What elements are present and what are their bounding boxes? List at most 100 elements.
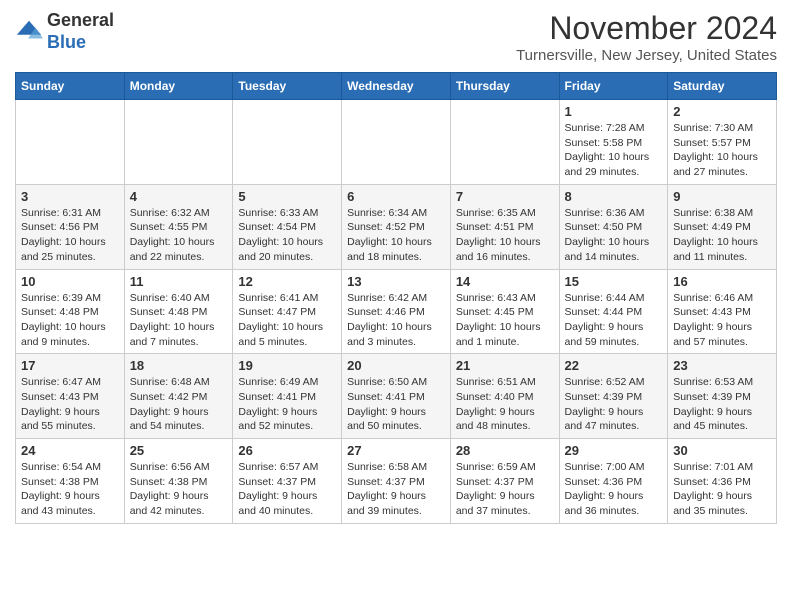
calendar-cell: 13 Sunrise: 6:42 AM Sunset: 4:46 PM Dayli… xyxy=(342,269,451,354)
weekday-header: Tuesday xyxy=(233,73,342,100)
calendar-cell xyxy=(342,100,451,185)
calendar-cell: 23Sunrise: 6:53 AM Sunset: 4:39 PM Dayli… xyxy=(668,354,777,439)
calendar-table: SundayMondayTuesdayWednesdayThursdayFrid… xyxy=(15,72,777,524)
day-info: Sunrise: 6:35 AM Sunset: 4:51 PM Dayligh… xyxy=(456,206,554,265)
weekday-header: Friday xyxy=(559,73,668,100)
calendar-week-row: 24 Sunrise: 6:54 AM Sunset: 4:38 PM Dayli… xyxy=(16,439,777,524)
calendar-cell: 22 Sunrise: 6:52 AM Sunset: 4:39 PM Dayli… xyxy=(559,354,668,439)
calendar-cell: 4 Sunrise: 6:32 AM Sunset: 4:55 PM Daylig… xyxy=(124,184,233,269)
calendar-week-row: 10 Sunrise: 6:39 AM Sunset: 4:48 PM Dayli… xyxy=(16,269,777,354)
day-number: 10 xyxy=(21,274,119,289)
day-number: 1 xyxy=(565,104,663,119)
calendar-cell: 20 Sunrise: 6:50 AM Sunset: 4:41 PM Dayli… xyxy=(342,354,451,439)
day-number: 3 xyxy=(21,189,119,204)
day-number: 2 xyxy=(673,104,771,119)
day-number: 15 xyxy=(565,274,663,289)
day-info: Sunrise: 6:38 AM Sunset: 4:49 PM Dayligh… xyxy=(673,206,771,265)
day-info: Sunrise: 7:28 AM Sunset: 5:58 PM Dayligh… xyxy=(565,121,663,180)
day-info: Sunrise: 6:42 AM Sunset: 4:46 PM Dayligh… xyxy=(347,291,445,350)
day-number: 28 xyxy=(456,443,554,458)
location-text: Turnersville, New Jersey, United States xyxy=(516,47,777,64)
day-info: Sunrise: 6:59 AM Sunset: 4:37 PM Dayligh… xyxy=(456,460,554,519)
day-number: 30 xyxy=(673,443,771,458)
day-number: 25 xyxy=(130,443,228,458)
weekday-header: Monday xyxy=(124,73,233,100)
weekday-header: Sunday xyxy=(16,73,125,100)
day-info: Sunrise: 6:33 AM Sunset: 4:54 PM Dayligh… xyxy=(238,206,336,265)
day-info: Sunrise: 6:32 AM Sunset: 4:55 PM Dayligh… xyxy=(130,206,228,265)
day-number: 4 xyxy=(130,189,228,204)
calendar-cell: 24 Sunrise: 6:54 AM Sunset: 4:38 PM Dayli… xyxy=(16,439,125,524)
day-info: Sunrise: 6:43 AM Sunset: 4:45 PM Dayligh… xyxy=(456,291,554,350)
day-number: 12 xyxy=(238,274,336,289)
calendar-cell: 21 Sunrise: 6:51 AM Sunset: 4:40 PM Dayli… xyxy=(450,354,559,439)
day-number: 21 xyxy=(456,358,554,373)
calendar-week-row: 1 Sunrise: 7:28 AM Sunset: 5:58 PM Daylig… xyxy=(16,100,777,185)
day-info: Sunrise: 6:39 AM Sunset: 4:48 PM Dayligh… xyxy=(21,291,119,350)
day-info: Sunrise: 6:47 AM Sunset: 4:43 PM Dayligh… xyxy=(21,375,119,434)
calendar-cell: 26Sunrise: 6:57 AM Sunset: 4:37 PM Dayli… xyxy=(233,439,342,524)
day-info: Sunrise: 6:48 AM Sunset: 4:42 PM Dayligh… xyxy=(130,375,228,434)
calendar-cell xyxy=(233,100,342,185)
calendar-cell: 18 Sunrise: 6:48 AM Sunset: 4:42 PM Dayli… xyxy=(124,354,233,439)
month-title: November 2024 xyxy=(516,10,777,47)
calendar-cell: 15Sunrise: 6:44 AM Sunset: 4:44 PM Dayli… xyxy=(559,269,668,354)
day-number: 6 xyxy=(347,189,445,204)
day-number: 19 xyxy=(238,358,336,373)
calendar-cell xyxy=(16,100,125,185)
day-info: Sunrise: 6:54 AM Sunset: 4:38 PM Dayligh… xyxy=(21,460,119,519)
calendar-week-row: 3Sunrise: 6:31 AM Sunset: 4:56 PM Daylig… xyxy=(16,184,777,269)
day-number: 18 xyxy=(130,358,228,373)
day-number: 27 xyxy=(347,443,445,458)
calendar-week-row: 17 Sunrise: 6:47 AM Sunset: 4:43 PM Dayli… xyxy=(16,354,777,439)
day-number: 13 xyxy=(347,274,445,289)
calendar-cell: 7 Sunrise: 6:35 AM Sunset: 4:51 PM Daylig… xyxy=(450,184,559,269)
calendar-cell: 19 Sunrise: 6:49 AM Sunset: 4:41 PM Dayli… xyxy=(233,354,342,439)
calendar-cell: 1 Sunrise: 7:28 AM Sunset: 5:58 PM Daylig… xyxy=(559,100,668,185)
calendar-cell: 3Sunrise: 6:31 AM Sunset: 4:56 PM Daylig… xyxy=(16,184,125,269)
day-number: 26 xyxy=(238,443,336,458)
day-info: Sunrise: 7:01 AM Sunset: 4:36 PM Dayligh… xyxy=(673,460,771,519)
day-info: Sunrise: 6:41 AM Sunset: 4:47 PM Dayligh… xyxy=(238,291,336,350)
calendar-cell: 17 Sunrise: 6:47 AM Sunset: 4:43 PM Dayli… xyxy=(16,354,125,439)
day-info: Sunrise: 6:50 AM Sunset: 4:41 PM Dayligh… xyxy=(347,375,445,434)
day-info: Sunrise: 7:00 AM Sunset: 4:36 PM Dayligh… xyxy=(565,460,663,519)
calendar-cell: 30 Sunrise: 7:01 AM Sunset: 4:36 PM Dayli… xyxy=(668,439,777,524)
day-info: Sunrise: 6:52 AM Sunset: 4:39 PM Dayligh… xyxy=(565,375,663,434)
calendar-cell: 2Sunrise: 7:30 AM Sunset: 5:57 PM Daylig… xyxy=(668,100,777,185)
calendar-cell: 11 Sunrise: 6:40 AM Sunset: 4:48 PM Dayli… xyxy=(124,269,233,354)
day-info: Sunrise: 6:56 AM Sunset: 4:38 PM Dayligh… xyxy=(130,460,228,519)
logo-icon xyxy=(15,18,43,46)
day-number: 24 xyxy=(21,443,119,458)
weekday-header-row: SundayMondayTuesdayWednesdayThursdayFrid… xyxy=(16,73,777,100)
day-info: Sunrise: 6:51 AM Sunset: 4:40 PM Dayligh… xyxy=(456,375,554,434)
calendar-cell: 27 Sunrise: 6:58 AM Sunset: 4:37 PM Dayli… xyxy=(342,439,451,524)
day-info: Sunrise: 6:46 AM Sunset: 4:43 PM Dayligh… xyxy=(673,291,771,350)
day-number: 20 xyxy=(347,358,445,373)
logo-general-text: General xyxy=(47,10,114,30)
weekday-header: Saturday xyxy=(668,73,777,100)
day-info: Sunrise: 6:49 AM Sunset: 4:41 PM Dayligh… xyxy=(238,375,336,434)
calendar-cell: 9Sunrise: 6:38 AM Sunset: 4:49 PM Daylig… xyxy=(668,184,777,269)
calendar-cell: 29 Sunrise: 7:00 AM Sunset: 4:36 PM Dayli… xyxy=(559,439,668,524)
weekday-header: Wednesday xyxy=(342,73,451,100)
logo: General Blue xyxy=(15,10,114,53)
day-info: Sunrise: 6:58 AM Sunset: 4:37 PM Dayligh… xyxy=(347,460,445,519)
day-number: 8 xyxy=(565,189,663,204)
day-info: Sunrise: 6:40 AM Sunset: 4:48 PM Dayligh… xyxy=(130,291,228,350)
day-number: 29 xyxy=(565,443,663,458)
calendar-cell: 10 Sunrise: 6:39 AM Sunset: 4:48 PM Dayli… xyxy=(16,269,125,354)
day-info: Sunrise: 6:36 AM Sunset: 4:50 PM Dayligh… xyxy=(565,206,663,265)
calendar-cell xyxy=(124,100,233,185)
day-number: 17 xyxy=(21,358,119,373)
calendar-cell: 8 Sunrise: 6:36 AM Sunset: 4:50 PM Daylig… xyxy=(559,184,668,269)
day-number: 11 xyxy=(130,274,228,289)
calendar-cell: 12 Sunrise: 6:41 AM Sunset: 4:47 PM Dayli… xyxy=(233,269,342,354)
day-number: 14 xyxy=(456,274,554,289)
calendar-cell xyxy=(450,100,559,185)
day-number: 22 xyxy=(565,358,663,373)
day-number: 23 xyxy=(673,358,771,373)
day-number: 7 xyxy=(456,189,554,204)
calendar-cell: 16Sunrise: 6:46 AM Sunset: 4:43 PM Dayli… xyxy=(668,269,777,354)
calendar-cell: 14 Sunrise: 6:43 AM Sunset: 4:45 PM Dayli… xyxy=(450,269,559,354)
